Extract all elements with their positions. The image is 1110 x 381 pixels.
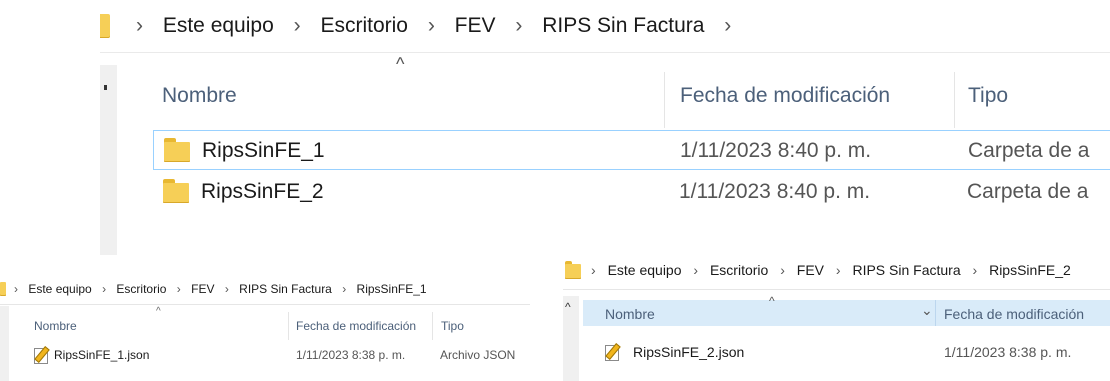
breadcrumb-separator: › — [102, 282, 107, 296]
collapse-icon[interactable]: ^ — [565, 300, 571, 314]
file-type: Archivo JSON — [440, 348, 516, 362]
file-name: RipsSinFE_1 — [202, 139, 325, 162]
breadcrumb-separator: › — [224, 282, 229, 296]
breadcrumb-este-equipo[interactable]: Este equipo — [28, 282, 91, 296]
file-row-ripssinfe-1-json[interactable]: RipsSinFE_1.json 1/11/2023 8:38 p. m. Ar… — [30, 344, 550, 366]
file-name: RipsSinFE_2.json — [633, 344, 745, 360]
column-dropdown-icon[interactable]: ⌄ — [921, 302, 933, 319]
breadcrumb-este-equipo[interactable]: Este equipo — [163, 14, 274, 37]
file-row-ripssinfe-2[interactable]: RipsSinFE_2 1/11/2023 8:40 p. m. Carpeta… — [153, 172, 1110, 212]
column-header-name[interactable]: Nombre — [162, 84, 237, 108]
column-divider[interactable] — [935, 300, 936, 326]
folder-icon — [100, 14, 110, 38]
breadcrumb-rips-sin-factura[interactable]: RIPS Sin Factura — [239, 282, 332, 296]
breadcrumb-separator: › — [515, 14, 523, 37]
column-divider[interactable] — [432, 312, 433, 340]
breadcrumb-separator: › — [693, 262, 699, 278]
column-divider[interactable] — [664, 72, 665, 128]
folder-icon — [565, 261, 581, 279]
column-header-type[interactable]: Tipo — [441, 319, 464, 333]
breadcrumb-separator: › — [342, 282, 347, 296]
file-date: 1/11/2023 8:40 p. m. — [679, 180, 871, 203]
file-date: 1/11/2023 8:38 p. m. — [944, 344, 1072, 360]
file-type: Carpeta de a — [968, 139, 1090, 162]
breadcrumb-separator: › — [972, 262, 978, 278]
folder-icon — [163, 179, 189, 203]
breadcrumb-ripssinfe-2[interactable]: RipsSinFE_2 — [989, 262, 1071, 278]
breadcrumb-fev[interactable]: FEV — [191, 282, 214, 296]
breadcrumb-separator: › — [136, 14, 143, 37]
column-header-date[interactable]: Fecha de modificación — [296, 319, 416, 333]
json-file-icon — [605, 343, 621, 361]
breadcrumb-separator: › — [724, 14, 732, 37]
column-header-name[interactable]: Nombre — [605, 306, 655, 322]
breadcrumb-separator: › — [14, 282, 18, 296]
file-type: Carpeta de a — [967, 180, 1089, 203]
file-name: RipsSinFE_2 — [201, 180, 324, 203]
folder-icon — [164, 138, 190, 162]
address-divider — [0, 304, 530, 305]
breadcrumb-rips-sin-factura[interactable]: RIPS Sin Factura — [852, 262, 960, 278]
bottom-right-breadcrumb[interactable]: › Este equipo › Escritorio › FEV › RIPS … — [591, 261, 1071, 279]
column-header-type[interactable]: Tipo — [968, 84, 1008, 108]
breadcrumb-este-equipo[interactable]: Este equipo — [608, 262, 682, 278]
breadcrumb-separator: › — [293, 14, 301, 37]
breadcrumb-separator: › — [591, 262, 596, 278]
column-header-date[interactable]: Fecha de modificación — [680, 84, 890, 108]
sort-ascending-icon: ^ — [396, 54, 405, 74]
breadcrumb-separator: › — [427, 14, 435, 37]
breadcrumb-escritorio[interactable]: Escritorio — [710, 262, 768, 278]
top-explorer: › Este equipo › Escritorio › FEV › RIPS … — [0, 0, 1110, 255]
file-date: 1/11/2023 8:38 p. m. — [296, 348, 406, 362]
column-divider[interactable] — [954, 72, 955, 128]
column-header-date[interactable]: Fecha de modificación — [944, 306, 1084, 322]
sort-ascending-icon: ^ — [769, 294, 775, 308]
folder-icon — [0, 282, 6, 296]
navigation-pane[interactable] — [100, 65, 117, 255]
column-header-name[interactable]: Nombre — [34, 319, 77, 333]
breadcrumb-separator: › — [835, 262, 841, 278]
bottom-left-breadcrumb[interactable]: › Este equipo › Escritorio › FEV › RIPS … — [14, 281, 427, 297]
breadcrumb-separator: › — [780, 262, 785, 278]
top-address-bar[interactable]: › Este equipo › Escritorio › FEV › RIPS … — [100, 8, 1110, 44]
address-divider — [563, 289, 1110, 290]
breadcrumb-fev[interactable]: FEV — [797, 262, 824, 278]
breadcrumb-escritorio[interactable]: Escritorio — [116, 282, 166, 296]
json-file-icon — [34, 346, 50, 364]
file-row-ripssinfe-2-json[interactable]: RipsSinFE_2.json 1/11/2023 8:38 p. m. — [583, 340, 1110, 364]
address-divider — [100, 52, 1110, 53]
file-date: 1/11/2023 8:40 p. m. — [680, 139, 872, 162]
bottom-right-explorer: › Este equipo › Escritorio › FEV › RIPS … — [563, 254, 1110, 381]
breadcrumb-escritorio[interactable]: Escritorio — [320, 14, 408, 37]
bottom-left-explorer: › Este equipo › Escritorio › FEV › RIPS … — [0, 270, 560, 381]
breadcrumb-fev[interactable]: FEV — [455, 14, 496, 37]
breadcrumb-rips-sin-factura[interactable]: RIPS Sin Factura — [542, 14, 704, 37]
navigation-pane[interactable] — [0, 306, 9, 381]
breadcrumb-ripssinfe-1[interactable]: RipsSinFE_1 — [357, 282, 427, 296]
breadcrumb-separator: › — [176, 282, 181, 296]
file-name: RipsSinFE_1.json — [54, 348, 150, 362]
sort-ascending-icon: ^ — [156, 306, 161, 317]
file-row-ripssinfe-1[interactable]: RipsSinFE_1 1/11/2023 8:40 p. m. Carpeta… — [153, 130, 1110, 170]
nav-expand-icon[interactable] — [104, 85, 107, 90]
column-divider[interactable] — [288, 312, 289, 340]
